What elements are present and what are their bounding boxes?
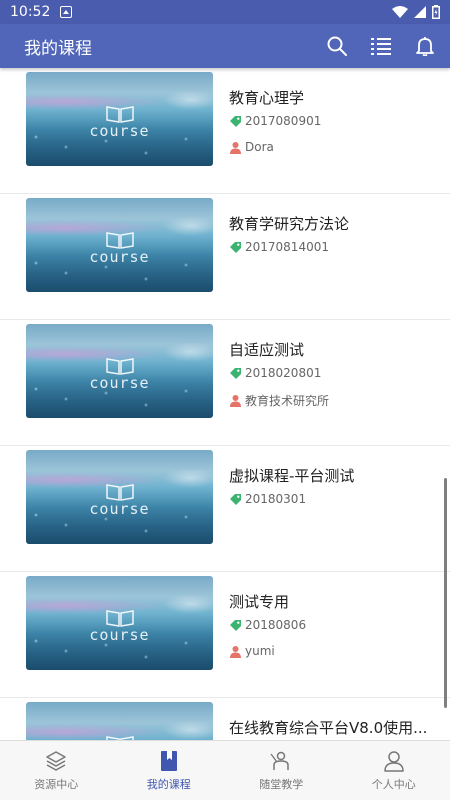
battery-icon (432, 5, 440, 19)
course-title: 教育学研究方法论 (229, 215, 350, 233)
course-item[interactable]: course 测试专用 20180806 yumi (0, 572, 450, 698)
nav-label: 个人中心 (371, 777, 416, 791)
course-teacher-row: 教育技术研究所 (229, 392, 329, 409)
nav-item-my-courses[interactable]: 我的课程 (113, 741, 226, 800)
list-scrollbar[interactable] (444, 478, 447, 708)
course-teacher: 教育技术研究所 (245, 394, 330, 408)
app-bar: 我的课程 (0, 24, 450, 68)
thumbnail-course-text: course (89, 374, 150, 392)
course-title: 虚拟课程-平台测试 (229, 467, 355, 485)
bottom-nav: 资源中心 我的课程 随堂教学 个人中心 (0, 740, 450, 800)
course-code-row: 2017080901 (229, 114, 321, 128)
nav-label: 资源中心 (34, 777, 79, 791)
list-icon[interactable] (370, 35, 392, 57)
nav-label: 我的课程 (146, 777, 191, 791)
signal-icon (414, 6, 426, 18)
book-icon (106, 232, 134, 249)
layers-icon (46, 750, 66, 771)
thumbnail-course-text: course (89, 626, 150, 644)
course-title: 在线教育综合平台V8.0使用... (229, 719, 428, 737)
course-item[interactable]: course 教育学研究方法论 2017081400​1 (0, 194, 450, 320)
wifi-icon (392, 6, 408, 18)
course-thumbnail: course (26, 450, 213, 544)
nav-item-resource-center[interactable]: 资源中心 (0, 741, 113, 800)
book-icon (106, 106, 134, 123)
course-thumbnail: course (26, 198, 213, 292)
course-item[interactable]: course 虚拟课程-平台测试 20180301 (0, 446, 450, 572)
tag-icon (230, 367, 241, 379)
person-icon (230, 645, 241, 658)
tag-icon (230, 493, 241, 505)
nav-item-classroom-teaching[interactable]: 随堂教学 (225, 741, 338, 800)
course-code-row: 2017081400​1 (229, 240, 329, 254)
thumbnail-course-text: course (89, 248, 150, 266)
course-title: 测试专用 (229, 593, 290, 611)
course-code: 2017080901 (245, 114, 322, 128)
course-code: 2018020801 (245, 366, 322, 380)
thumbnail-course-text: course (89, 122, 150, 140)
course-thumbnail: course (26, 576, 213, 670)
course-thumbnail: course (26, 72, 213, 166)
bell-icon[interactable] (414, 35, 436, 57)
course-thumbnail: course (26, 702, 213, 740)
course-teacher: yumi (245, 644, 275, 658)
course-code: 20180301 (245, 492, 307, 506)
course-item[interactable]: course 在线教育综合平台V8.0使用... (0, 698, 450, 740)
course-code-row: 20180301 (229, 492, 306, 506)
book-icon (106, 484, 134, 501)
course-code: 20180806 (245, 618, 307, 632)
course-code-row: 2018020801 (229, 366, 321, 380)
tag-icon (230, 619, 241, 631)
course-item[interactable]: course 自适应测试 2018020801 教育技术研究所 (0, 320, 450, 446)
course-item[interactable]: course 教育心理学 2017080901 Dora (0, 68, 450, 194)
thumbnail-course-text: course (89, 500, 150, 518)
nav-item-personal-center[interactable]: 个人中心 (338, 741, 450, 800)
course-title: 教育心理学 (229, 89, 305, 107)
app-bar-actions (326, 35, 436, 57)
notification-icon (60, 6, 73, 18)
page-title: 我的课程 (24, 38, 92, 59)
course-code: 2017081400​1 (245, 240, 329, 254)
course-list[interactable]: course 教育心理学 2017080901 Dora course 教育学研… (0, 68, 450, 740)
person-icon (384, 750, 404, 772)
nav-label: 随堂教学 (259, 777, 304, 791)
search-icon[interactable] (326, 35, 348, 57)
course-thumbnail: course (26, 324, 213, 418)
status-icons (392, 5, 440, 19)
course-teacher: Dora (245, 140, 274, 154)
course-teacher-row: Dora (229, 140, 274, 154)
tag-icon (230, 241, 241, 253)
person-icon (230, 141, 241, 154)
status-bar: 10:52 (0, 0, 450, 24)
tag-icon (230, 115, 241, 127)
course-code-row: 20180806 (229, 618, 306, 632)
course-teacher-row: yumi (229, 644, 275, 658)
book-icon (106, 358, 134, 375)
teacher-icon (270, 751, 289, 770)
bookmark-book-icon (160, 750, 177, 771)
book-icon (106, 610, 134, 627)
course-title: 自适应测试 (229, 341, 305, 359)
person-icon (230, 395, 241, 407)
status-time: 10:52 (10, 4, 51, 20)
